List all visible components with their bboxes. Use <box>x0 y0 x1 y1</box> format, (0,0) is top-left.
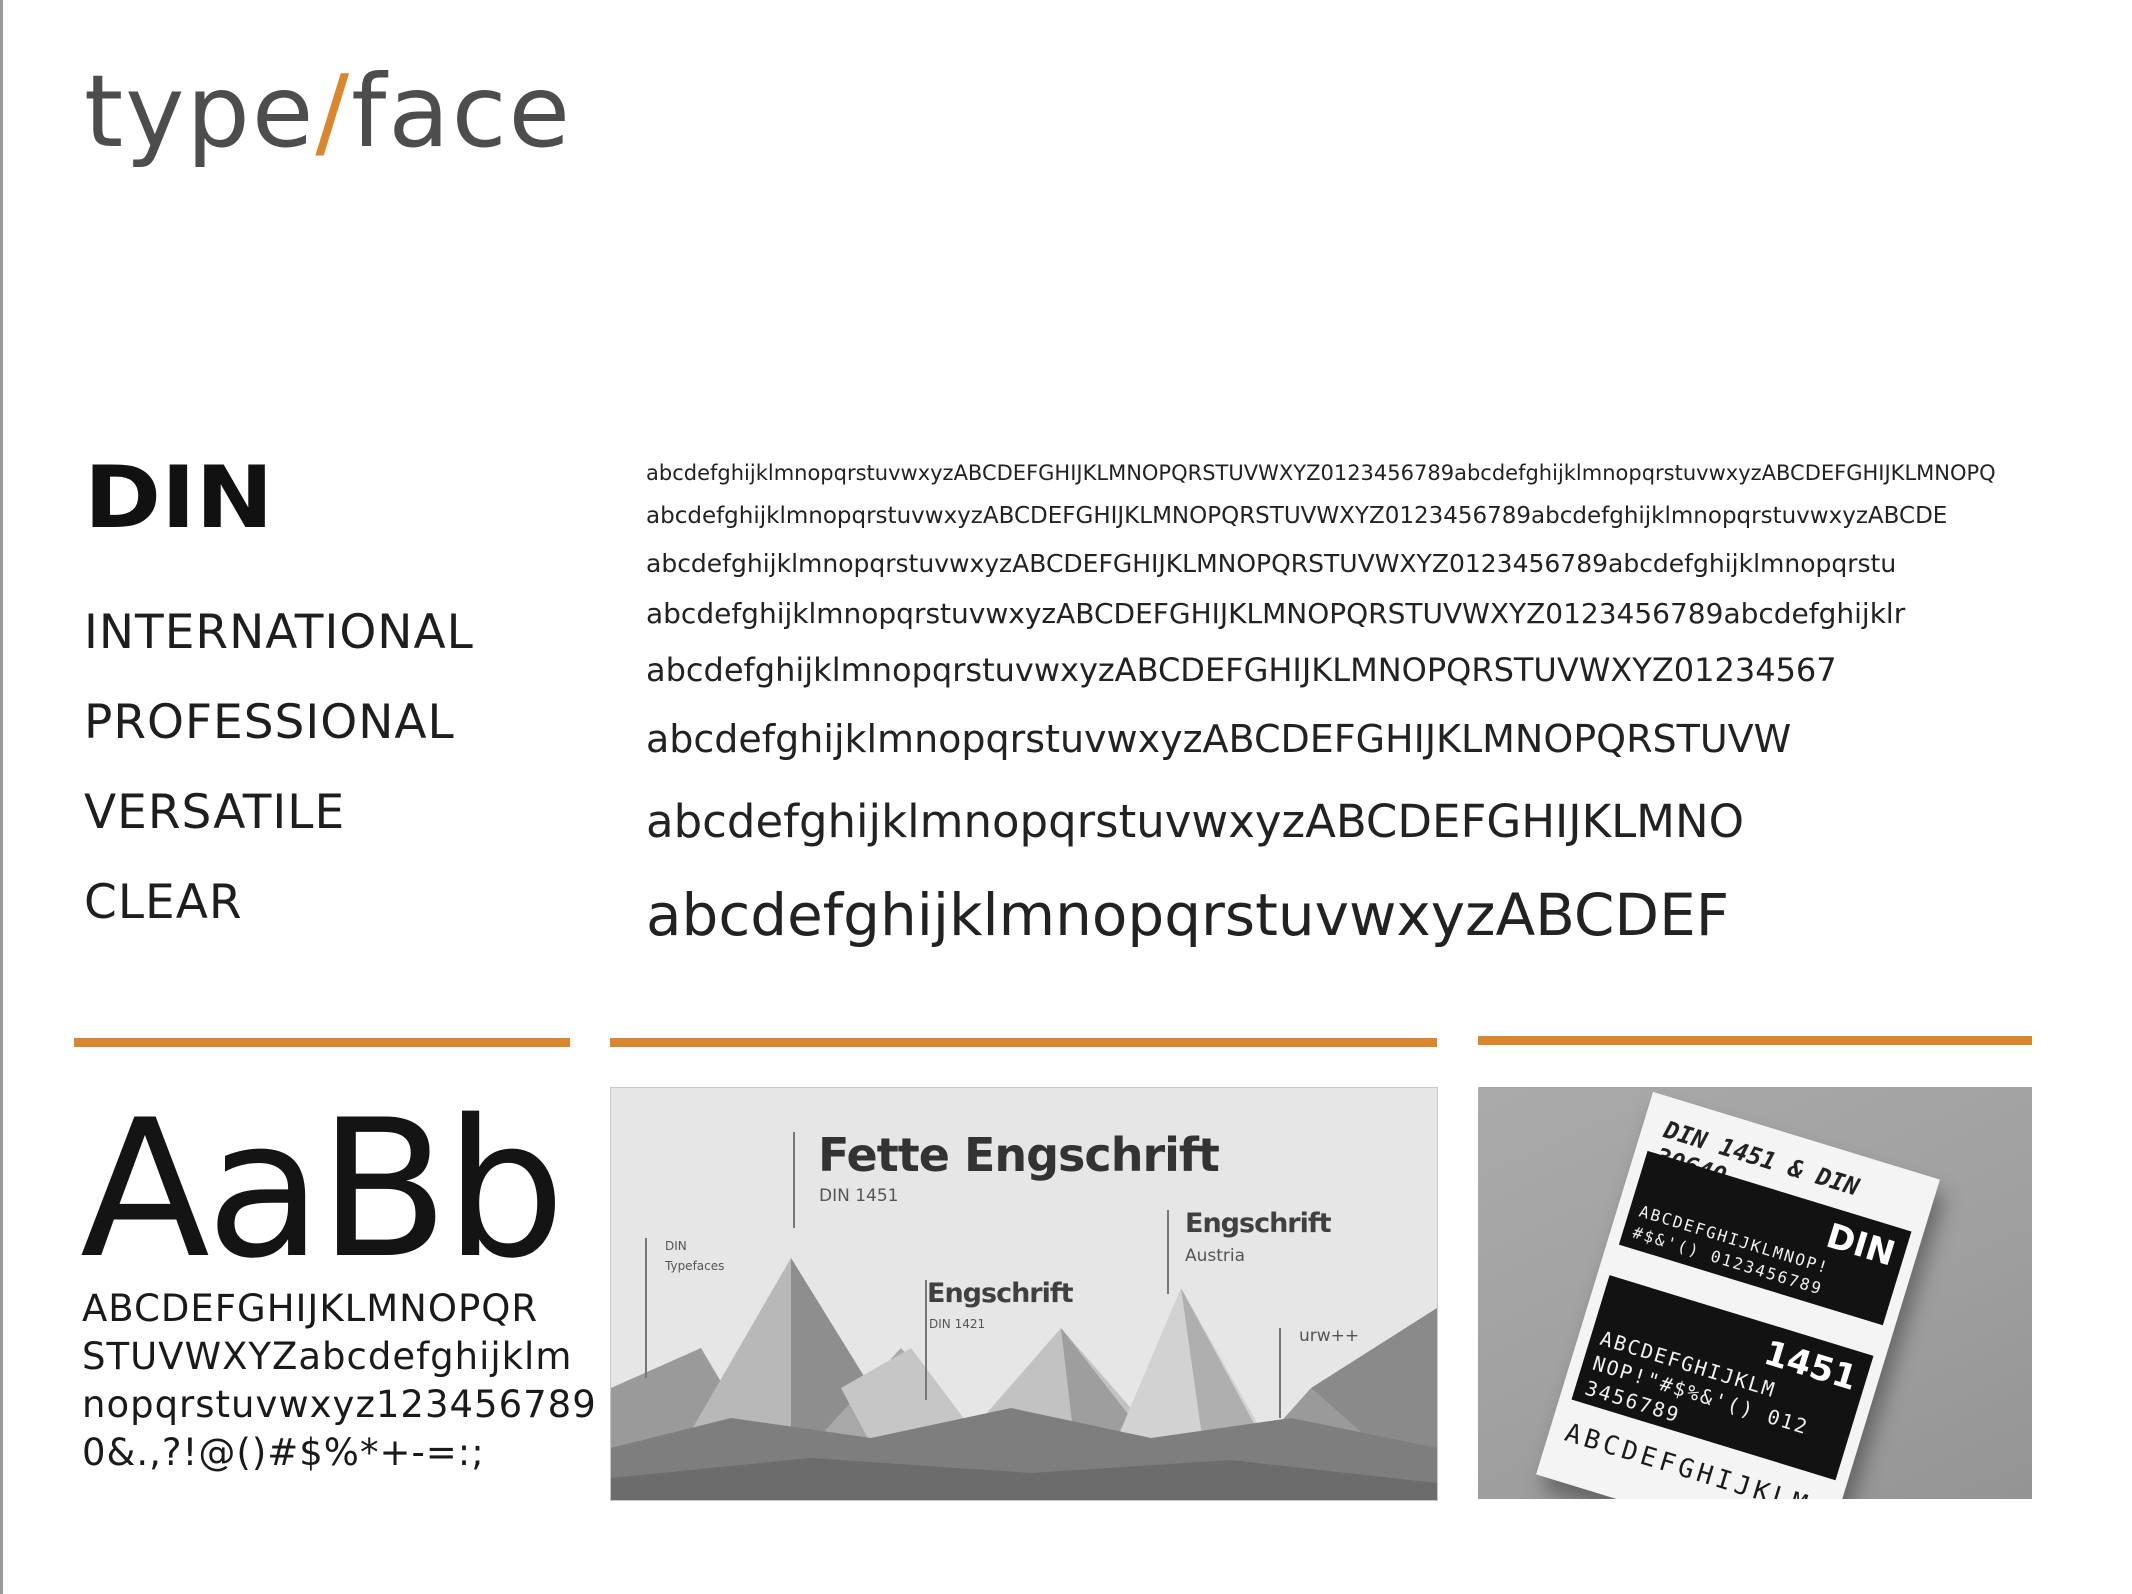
specimen-line: abcdefghijklmnopqrstuvwxyzABCDEFGHIJKLMN… <box>646 717 1792 761</box>
keyword-item: VERSATILE <box>84 785 346 840</box>
charset-line: STUVWXYZabcdefghijklm <box>82 1335 573 1378</box>
title-slash: / <box>315 53 352 170</box>
poster-side-label-line: DIN <box>665 1239 687 1253</box>
specimen-line: abcdefghijklmnopqrstuvwxyzABCDEFGHIJKLMN… <box>646 651 1837 689</box>
poster-title: Fette Engschrift <box>818 1128 1220 1182</box>
keyword-item: CLEAR <box>84 875 243 930</box>
poster-guide-line <box>793 1132 795 1228</box>
font-name-heading: DIN <box>84 448 274 548</box>
specimen-line: abcdefghijklmnopqrstuvwxyzABCDEFGHIJKLMN… <box>646 461 1996 485</box>
poster-label-engschrift: Engschrift <box>927 1278 1074 1309</box>
sheet-block-tag: DIN <box>1821 1216 1900 1275</box>
glyph-sample-large: AaBb <box>80 1079 565 1300</box>
title-face: face <box>351 53 573 170</box>
specimen-line: abcdefghijklmnopqrstuvwxyzABCDEFGHIJKLMN… <box>646 549 1897 578</box>
poster-guide-line <box>1167 1210 1169 1294</box>
character-set: ABCDEFGHIJKLMNOPQR STUVWXYZabcdefghijklm… <box>82 1285 597 1477</box>
specimen-line: abcdefghijklmnopqrstuvwxyzABCDEFGHIJKLMN… <box>646 503 1948 529</box>
charset-line: ABCDEFGHIJKLMNOPQR <box>82 1287 539 1330</box>
specimen-line: abcdefghijklmnopqrstuvwxyzABCDEFGHIJKLMN… <box>646 795 1745 848</box>
charset-line: nopqrstuvwxyz123456789 <box>82 1383 597 1426</box>
specimen-sheet: DIN 1451 & DIN 30640 DIN ABCDEFGHIJKLMNO… <box>1536 1091 1940 1499</box>
poster-label-urw: urw++ <box>1299 1326 1360 1346</box>
poster-side-label: DIN Typefaces <box>665 1236 724 1276</box>
accent-divider-middle <box>610 1038 1437 1047</box>
keyword-list: INTERNATIONAL PROFESSIONAL VERSATILE CLE… <box>84 588 474 948</box>
accent-divider-left <box>74 1038 570 1047</box>
poster-guide-line <box>1279 1328 1281 1418</box>
poster-title-sub: DIN 1451 <box>819 1186 899 1206</box>
poster-label-austria: Engschrift <box>1185 1208 1332 1239</box>
poster-label-engschrift-sub: DIN 1421 <box>929 1317 986 1331</box>
charset-line: 0&.,?!@()#$%*+-=:; <box>82 1431 485 1474</box>
title-type: type <box>84 53 316 170</box>
keyword-item: INTERNATIONAL <box>84 605 474 660</box>
keyword-item: PROFESSIONAL <box>84 695 455 750</box>
accent-divider-right <box>1478 1036 2032 1045</box>
specimen-line: abcdefghijklmnopqrstuvwxyzABCDEF <box>646 881 1730 949</box>
poster-guide-line <box>645 1238 647 1378</box>
type-specimen-waterfall: abcdefghijklmnopqrstuvwxyzABCDEFGHIJKLMN… <box>646 455 2026 975</box>
din-specimen-photo: DIN 1451 & DIN 30640 DIN ABCDEFGHIJKLMNO… <box>1478 1087 2032 1499</box>
poster-label-austria-sub: Austria <box>1185 1246 1246 1266</box>
specimen-line: abcdefghijklmnopqrstuvwxyzABCDEFGHIJKLMN… <box>646 597 1906 630</box>
page-left-border <box>0 0 3 1594</box>
poster-side-label-line: Typefaces <box>665 1259 725 1273</box>
page-title: type/face <box>84 62 572 162</box>
din-typefaces-poster: Fette Engschrift DIN 1451 DIN Typefaces … <box>610 1087 1438 1501</box>
